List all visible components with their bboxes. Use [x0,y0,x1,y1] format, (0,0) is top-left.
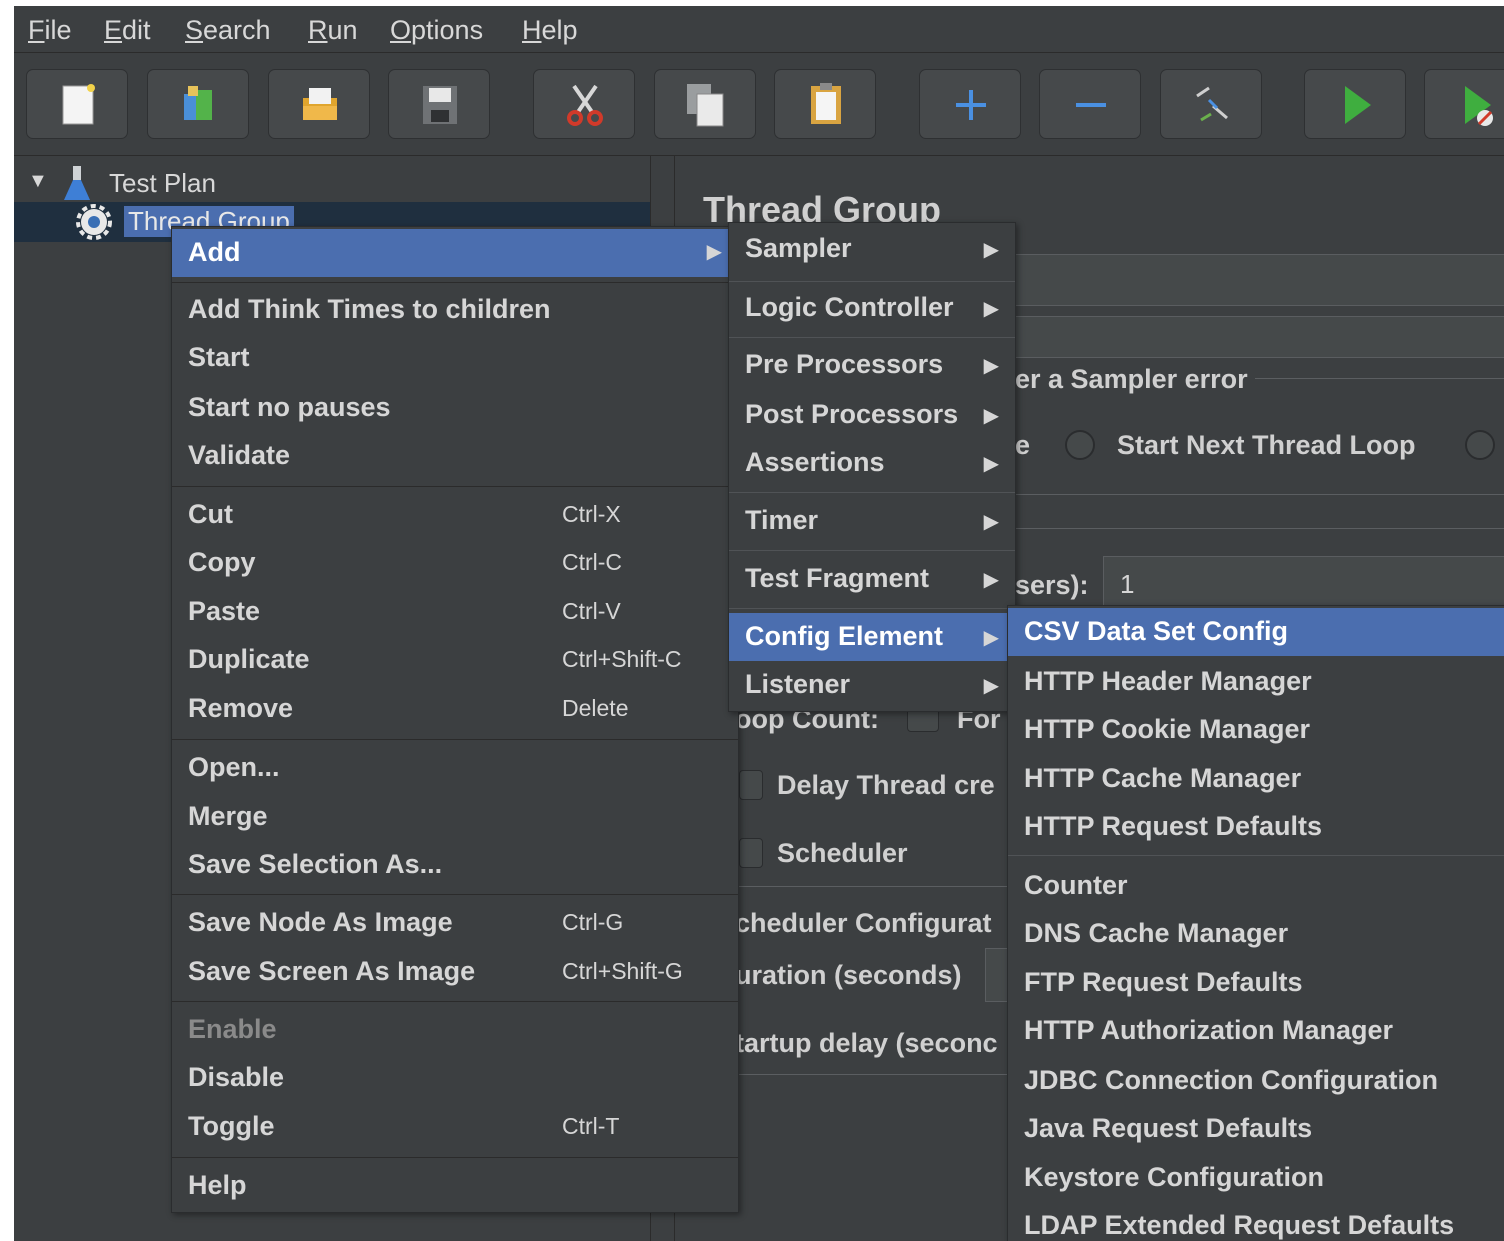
config-element-submenu: CSV Data Set Config HTTP Header Manager … [1007,605,1504,1241]
cut-button[interactable] [533,69,635,139]
add-submenu: Sampler ▶ Logic Controller ▶ Pre Processor… [728,222,1016,712]
start-no-pauses-icon [1465,86,1493,126]
open-icon [303,88,337,120]
toolbar [14,53,1504,156]
templates-button[interactable] [147,69,249,139]
start-button[interactable] [1304,69,1406,139]
tree-node-test-plan[interactable]: Test Plan [109,168,216,199]
open-button[interactable] [268,69,370,139]
menu-edit[interactable]: Edit [104,15,151,46]
name-field[interactable] [1010,254,1504,306]
menu-file[interactable]: File [28,15,72,46]
threads-label: sers): [1015,570,1089,600]
jmeter-window: File Edit Search Run Options Help ▼ Test… [14,6,1504,1241]
copy-button[interactable] [654,69,756,139]
new-button[interactable] [26,69,128,139]
action-partial-label: e [1015,430,1031,460]
gear-icon [76,204,112,240]
start-next-loop-radio[interactable] [1065,430,1095,460]
paste-icon [811,83,841,124]
submenu-config-element[interactable]: Config Element ▶ [729,613,1015,661]
toggle-icon [1196,86,1228,122]
cut-icon [567,84,603,126]
submenu-arrow-icon: ▶ [706,241,722,263]
scheduler-checkbox[interactable] [739,838,763,868]
expand-arrow-icon[interactable]: ▼ [28,170,48,193]
menu-run[interactable]: Run [308,15,358,46]
sampler-error-legend: er a Sampler error [1015,364,1248,394]
comments-field[interactable] [1010,316,1504,358]
paste-button[interactable] [774,69,876,139]
toggle-button[interactable] [1160,69,1262,139]
context-menu: Add ▶ Add Think Times to children Start … [171,226,739,1213]
delay-thread-checkbox[interactable] [739,770,763,800]
menu-help[interactable]: Help [522,15,578,46]
startup-delay-label: tartup delay (seconc [735,1028,998,1058]
start-next-loop-label: Start Next Thread Loop [1117,430,1416,460]
start-icon [1345,86,1371,124]
templates-icon [184,86,212,120]
config-csv-data-set[interactable]: CSV Data Set Config [1008,608,1504,656]
flask-icon [64,166,90,200]
menu-add[interactable]: Add ▶ [172,229,738,277]
start-no-pauses-button[interactable] [1424,69,1504,139]
collapse-all-button[interactable] [1039,69,1141,139]
new-icon [62,84,95,125]
save-button[interactable] [388,69,490,139]
threads-input[interactable]: 1 [1103,556,1504,610]
menubar: File Edit Search Run Options Help [14,6,1504,53]
save-icon [423,86,457,124]
plus-icon [956,90,986,120]
delay-thread-label: Delay Thread cre [777,770,995,800]
scheduler-config-legend: cheduler Configurat [735,908,992,938]
duration-label: uration (seconds) [735,960,962,990]
scheduler-label: Scheduler [777,838,908,868]
menu-options[interactable]: Options [390,15,483,46]
stop-thread-radio[interactable] [1465,430,1495,460]
minus-icon [1076,103,1106,107]
copy-icon [687,84,724,127]
expand-all-button[interactable] [919,69,1021,139]
menu-search[interactable]: Search [185,15,271,46]
